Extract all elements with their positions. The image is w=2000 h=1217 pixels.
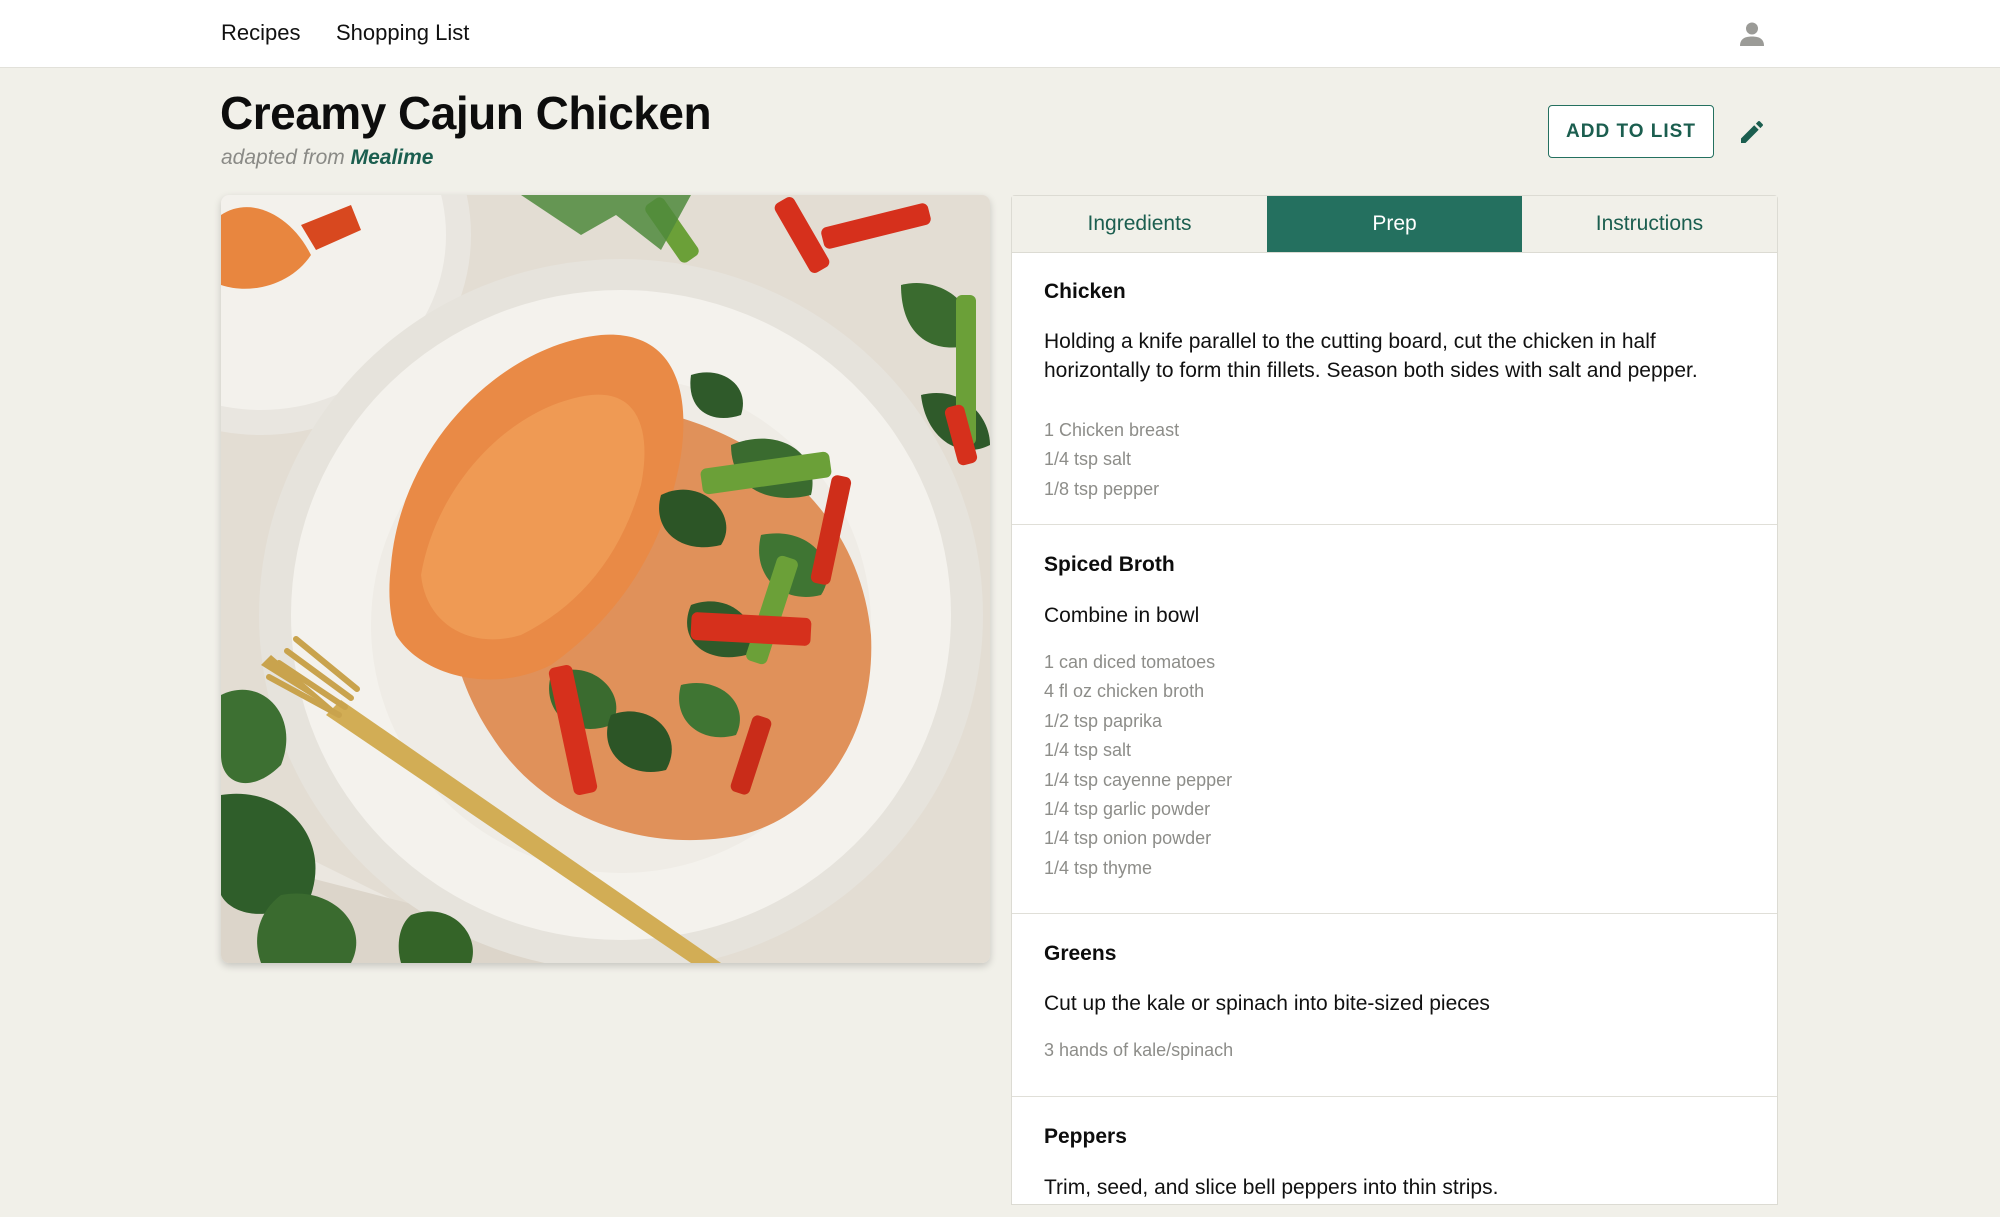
add-to-list-button[interactable]: ADD TO LIST bbox=[1548, 105, 1714, 158]
tab-prep[interactable]: Prep bbox=[1267, 196, 1522, 252]
ingredient-list: 3 hands of kale/spinach bbox=[1044, 1036, 1233, 1065]
section-description: Combine in bowl bbox=[1044, 604, 1200, 627]
section-title: Spiced Broth bbox=[1044, 553, 1175, 576]
section-description: Cut up the kale or spinach into bite-siz… bbox=[1044, 992, 1490, 1015]
ingredient-item: 1/4 tsp garlic powder bbox=[1044, 799, 1211, 820]
ingredient-item: 1/2 tsp paprika bbox=[1044, 710, 1163, 731]
section-title: Greens bbox=[1044, 942, 1117, 965]
nav-link-recipes[interactable]: Recipes bbox=[221, 20, 300, 46]
ingredient-item: 1/8 tsp pepper bbox=[1044, 478, 1160, 499]
section-description: Holding a knife parallel to the cutting … bbox=[1044, 330, 1698, 382]
section-title: Peppers bbox=[1044, 1125, 1127, 1148]
ingredient-item: 1/4 tsp thyme bbox=[1044, 857, 1153, 878]
ingredient-item: 3 hands of kale/spinach bbox=[1044, 1040, 1234, 1060]
nav-link-shopping-list[interactable]: Shopping List bbox=[336, 20, 469, 46]
pencil-icon[interactable] bbox=[1737, 117, 1767, 147]
top-nav-bar: Recipes Shopping List bbox=[0, 0, 2000, 68]
prep-section-peppers: Peppers Trim, seed, and slice bell peppe… bbox=[1012, 1097, 1777, 1217]
recipe-attribution: adapted from Mealime bbox=[221, 146, 433, 170]
ingredient-item: 1/4 tsp cayenne pepper bbox=[1044, 769, 1233, 790]
recipe-tabs: Ingredients Prep Instructions bbox=[1012, 196, 1777, 253]
ingredient-list: 1 can diced tomatoes 4 fl oz chicken bro… bbox=[1044, 648, 1232, 883]
recipe-detail-card: Ingredients Prep Instructions Chicken Ho… bbox=[1011, 195, 1778, 1205]
tab-ingredients[interactable]: Ingredients bbox=[1012, 196, 1267, 252]
source-link[interactable]: Mealime bbox=[351, 146, 434, 169]
tab-instructions[interactable]: Instructions bbox=[1522, 196, 1777, 252]
ingredient-item: 1/4 tsp salt bbox=[1044, 740, 1132, 761]
prep-section-greens: Greens Cut up the kale or spinach into b… bbox=[1012, 914, 1777, 1097]
ingredient-item: 4 fl oz chicken broth bbox=[1044, 681, 1205, 702]
ingredient-item: 1 Chicken breast bbox=[1044, 420, 1180, 440]
prep-section-spiced-broth: Spiced Broth Combine in bowl 1 can diced… bbox=[1012, 525, 1777, 914]
section-description: Trim, seed, and slice bell peppers into … bbox=[1044, 1176, 1499, 1199]
prep-section-chicken: Chicken Holding a knife parallel to the … bbox=[1012, 253, 1777, 525]
ingredient-item: 1/4 tsp onion powder bbox=[1044, 828, 1212, 849]
section-title: Chicken bbox=[1044, 280, 1126, 303]
ingredient-list: 1 Chicken breast 1/4 tsp salt 1/8 tsp pe… bbox=[1044, 416, 1179, 504]
recipe-title: Creamy Cajun Chicken bbox=[220, 87, 712, 139]
ingredient-item: 1 can diced tomatoes bbox=[1044, 652, 1216, 672]
recipe-photo bbox=[221, 195, 990, 963]
user-icon[interactable] bbox=[1738, 20, 1766, 48]
ingredient-item: 1/4 tsp salt bbox=[1044, 449, 1132, 470]
adapted-from-label: adapted from bbox=[221, 146, 345, 169]
